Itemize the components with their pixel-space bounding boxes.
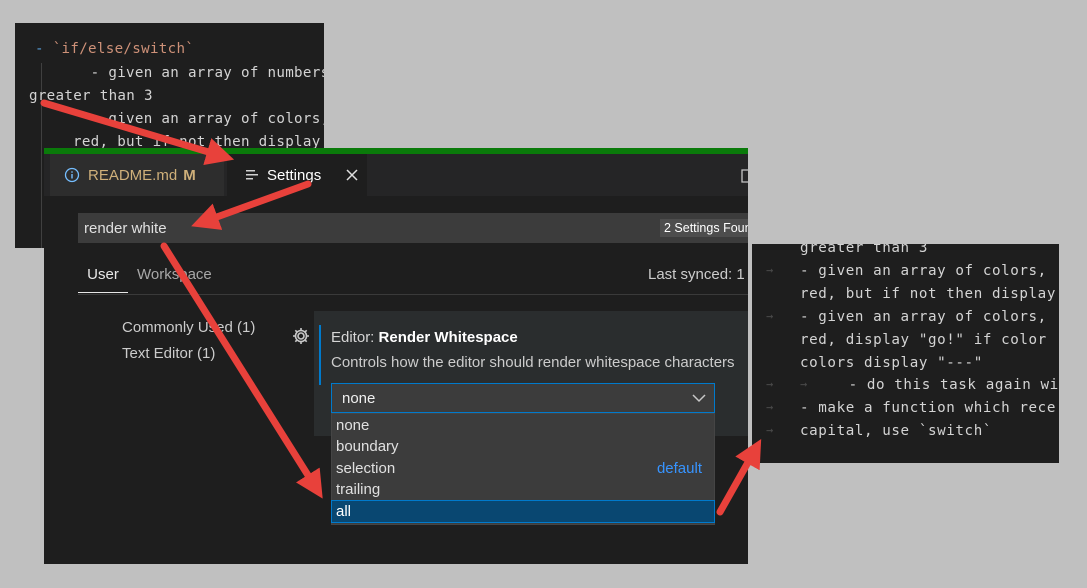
toc-item-commonly-used[interactable]: Commonly Used (1) bbox=[122, 319, 255, 336]
whitespace-arrow-icon: → bbox=[766, 400, 774, 414]
code-line: - given an array of colors, bbox=[800, 263, 1047, 279]
editor-snippet-right: greater than 3 → - given an array of col… bbox=[752, 244, 1059, 463]
select-value: none bbox=[342, 389, 376, 407]
tab-readme[interactable]: README.md M bbox=[50, 154, 224, 196]
code-line: - given an array of numbers bbox=[73, 65, 324, 81]
tab-settings[interactable]: Settings bbox=[227, 154, 367, 196]
tab-bar: README.md M Settings bbox=[44, 154, 748, 196]
option-selection[interactable]: selection default bbox=[332, 458, 714, 479]
code-line: - `if/else/switch` bbox=[35, 41, 195, 57]
settings-search-box[interactable]: 2 Settings Found bbox=[78, 213, 748, 243]
option-label: selection bbox=[336, 460, 396, 477]
modified-badge: M bbox=[183, 166, 196, 184]
divider bbox=[78, 294, 748, 295]
select-dropdown-list: none boundary selection default trailing … bbox=[331, 413, 715, 525]
split-editor-icon[interactable] bbox=[738, 168, 748, 184]
option-boundary[interactable]: boundary bbox=[332, 436, 714, 457]
code-text: `if/else/switch` bbox=[52, 41, 195, 57]
default-tag: default bbox=[656, 460, 702, 477]
settings-lines-icon bbox=[245, 168, 259, 182]
code-line: greater than 3 bbox=[29, 88, 153, 104]
chevron-down-icon bbox=[684, 391, 714, 406]
code-line: greater than 3 bbox=[800, 244, 928, 256]
setting-title: Editor: Render Whitespace bbox=[331, 329, 518, 346]
toc-item-text-editor[interactable]: Text Editor (1) bbox=[122, 345, 215, 362]
whitespace-arrow-icon: → bbox=[800, 377, 808, 391]
tab-user-scope[interactable]: User bbox=[78, 266, 128, 283]
whitespace-arrow-icon: → bbox=[766, 377, 774, 391]
gear-icon[interactable] bbox=[291, 326, 311, 346]
tab-label: Settings bbox=[267, 166, 322, 184]
settings-editor-window: README.md M Settings 2 Settings Found Us… bbox=[44, 148, 748, 564]
focus-indicator bbox=[319, 325, 321, 385]
setting-category: Editor: bbox=[331, 329, 379, 346]
code-line: - make a function which rece bbox=[800, 400, 1056, 416]
code-line: - given an array of colors, bbox=[800, 309, 1047, 325]
results-count-badge: 2 Settings Found bbox=[660, 219, 748, 237]
code-line: red, display "go!" if color bbox=[800, 332, 1047, 348]
whitespace-arrow-icon: → bbox=[766, 423, 774, 437]
setting-name: Render Whitespace bbox=[378, 329, 518, 346]
tab-label: README.md bbox=[88, 166, 178, 184]
option-none[interactable]: none bbox=[332, 415, 714, 436]
option-trailing[interactable]: trailing bbox=[332, 479, 714, 500]
code-line: - given an array of colors, bbox=[73, 111, 324, 127]
setting-description: Controls how the editor should render wh… bbox=[331, 354, 735, 371]
code-line: colors display "---" bbox=[800, 355, 983, 371]
code-line: capital, use `switch` bbox=[800, 423, 992, 439]
last-synced-label: Last synced: 1 bbox=[648, 266, 745, 283]
info-icon bbox=[64, 167, 80, 183]
whitespace-arrow-icon: → bbox=[766, 309, 774, 323]
code-line: red, but if not then display bbox=[800, 286, 1056, 302]
whitespace-arrow-icon: → bbox=[766, 263, 774, 277]
close-icon[interactable] bbox=[345, 168, 359, 182]
active-tab-underline bbox=[78, 292, 128, 293]
code-line: - do this task again wit bbox=[812, 377, 1059, 393]
render-whitespace-select[interactable]: none bbox=[331, 383, 715, 413]
search-input[interactable] bbox=[78, 219, 644, 237]
option-all[interactable]: all bbox=[331, 500, 715, 523]
tab-workspace-scope[interactable]: Workspace bbox=[137, 266, 212, 283]
